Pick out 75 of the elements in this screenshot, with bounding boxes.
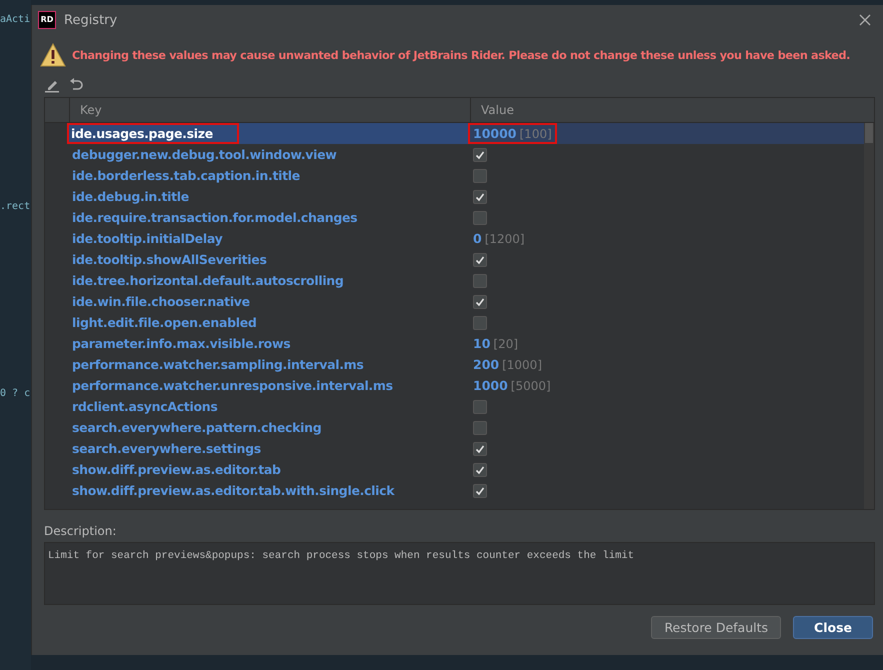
value-text: 0 bbox=[473, 231, 482, 246]
table-row[interactable]: search.everywhere.settings bbox=[45, 438, 864, 459]
table-row[interactable]: ide.tooltip.initialDelay 0 [1200] bbox=[45, 228, 864, 249]
checkbox[interactable] bbox=[473, 400, 487, 414]
value-text: 1000 bbox=[473, 378, 508, 393]
key-text: performance.watcher.sampling.interval.ms bbox=[72, 357, 364, 372]
table-row[interactable]: show.diff.preview.as.editor.tab bbox=[45, 459, 864, 480]
key-text: ide.debug.in.title bbox=[72, 189, 189, 204]
checkbox[interactable] bbox=[473, 148, 487, 162]
key-text: performance.watcher.unresponsive.interval.ms bbox=[72, 378, 393, 393]
table-row[interactable]: ide.debug.in.title bbox=[45, 186, 864, 207]
checkbox[interactable] bbox=[473, 420, 487, 434]
value-text: 200 bbox=[473, 357, 500, 372]
default-value: [100] bbox=[520, 127, 552, 141]
default-value: [1200] bbox=[484, 232, 525, 246]
column-header[interactable]: Value bbox=[471, 98, 874, 122]
scrollbar[interactable] bbox=[864, 123, 874, 509]
value-text: 10 bbox=[473, 336, 490, 351]
table-row[interactable]: show.diff.preview.as.editor.tab.with.single.click bbox=[45, 480, 864, 501]
code-text: aActi bbox=[0, 14, 31, 25]
table-row[interactable]: ide.tree.horizontal.default.autoscrolling bbox=[45, 270, 864, 291]
table-row[interactable]: ide.win.file.chooser.native bbox=[45, 291, 864, 312]
restore-defaults-button[interactable]: Restore Defaults bbox=[651, 616, 782, 639]
key-text: light.edit.file.open.enabled bbox=[72, 315, 257, 330]
table-row[interactable]: rdclient.asyncActions bbox=[45, 396, 864, 417]
app-logo-icon: RD bbox=[38, 11, 56, 29]
checkbox[interactable] bbox=[473, 442, 487, 456]
key-text: search.everywhere.pattern.checking bbox=[72, 420, 322, 435]
key-text: show.diff.preview.as.editor.tab.with.single.click bbox=[72, 483, 394, 498]
key-text: ide.tooltip.initialDelay bbox=[72, 231, 222, 246]
undo-icon[interactable] bbox=[68, 77, 84, 93]
default-value: [5000] bbox=[510, 379, 551, 393]
key-text: debugger.new.debug.tool.window.view bbox=[72, 147, 337, 162]
description-label: Description: bbox=[44, 524, 118, 538]
key-text: ide.require.transaction.for.model.changes bbox=[72, 210, 358, 225]
key-text: parameter.info.max.visible.rows bbox=[72, 336, 290, 351]
code-text: .rect bbox=[0, 201, 31, 212]
checkbox[interactable] bbox=[473, 294, 487, 308]
table-row[interactable]: performance.watcher.sampling.interval.ms 200 [1000] bbox=[45, 354, 864, 375]
column-header[interactable]: Key bbox=[70, 98, 471, 122]
table-row[interactable]: debugger.new.debug.tool.window.view bbox=[45, 144, 864, 165]
table-row[interactable]: light.edit.file.open.enabled bbox=[45, 312, 864, 333]
key-text: search.everywhere.settings bbox=[72, 441, 261, 456]
key-text: ide.tooltip.showAllSeverities bbox=[72, 252, 267, 267]
warning-icon bbox=[40, 43, 66, 67]
close-icon[interactable] bbox=[857, 12, 873, 28]
key-text: show.diff.preview.as.editor.tab bbox=[72, 462, 281, 477]
checkbox[interactable] bbox=[473, 484, 487, 498]
table-row[interactable]: ide.borderless.tab.caption.in.title bbox=[45, 165, 864, 186]
table-row[interactable]: performance.watcher.unresponsive.interval.ms 1000 [5000] bbox=[45, 375, 864, 396]
close-button[interactable]: Close bbox=[793, 616, 873, 639]
checkbox[interactable] bbox=[473, 462, 487, 476]
key-text: ide.usages.page.size bbox=[67, 123, 239, 144]
checkbox[interactable] bbox=[473, 210, 487, 224]
table-row[interactable]: ide.require.transaction.for.model.changes bbox=[45, 207, 864, 228]
value-text: 10000 bbox=[473, 126, 516, 141]
table-row[interactable]: ide.usages.page.size 10000 [100] bbox=[45, 123, 864, 144]
table-row[interactable]: search.everywhere.pattern.checking bbox=[45, 417, 864, 438]
table-row[interactable]: ide.tooltip.showAllSeverities bbox=[45, 249, 864, 270]
table-row[interactable]: parameter.info.max.visible.rows 10 [20] bbox=[45, 333, 864, 354]
default-value: [20] bbox=[493, 337, 518, 351]
key-text: ide.win.file.chooser.native bbox=[72, 294, 250, 309]
warning-message: Changing these values may cause unwanted behavior of JetBrains Rider. Please do not change these unless you have been asked. bbox=[72, 48, 850, 62]
checkbox[interactable] bbox=[473, 190, 487, 204]
key-text: ide.borderless.tab.caption.in.title bbox=[72, 168, 300, 183]
key-text: rdclient.asyncActions bbox=[72, 399, 218, 414]
checkbox[interactable] bbox=[473, 168, 487, 182]
window-title: Registry bbox=[64, 12, 118, 28]
description-text: Limit for search previews&popups: search process stops when results counter exceeds the limit bbox=[48, 550, 634, 562]
key-text: ide.tree.horizontal.default.autoscrolling bbox=[72, 273, 344, 288]
code-text: 0 ? c bbox=[0, 388, 31, 399]
checkbox[interactable] bbox=[473, 316, 487, 330]
default-value: [1000] bbox=[502, 358, 542, 372]
checkbox[interactable] bbox=[473, 252, 487, 266]
checkbox[interactable] bbox=[473, 274, 487, 288]
